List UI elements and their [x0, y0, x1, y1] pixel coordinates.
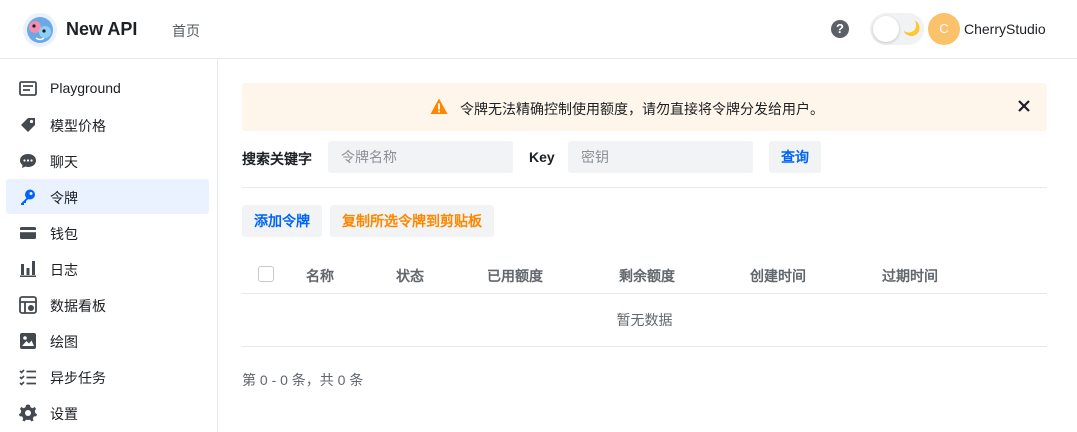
select-all-checkbox[interactable] [258, 266, 274, 282]
price-tag-icon [21, 118, 35, 132]
column-header-used-quota[interactable]: 已用额度 [487, 266, 543, 286]
column-header-expire-time[interactable]: 过期时间 [882, 266, 938, 286]
copy-selected-tokens-button[interactable]: 复制所选令牌到剪贴板 [330, 205, 494, 237]
brand-title: New API [66, 19, 138, 39]
column-header-created-time[interactable]: 创建时间 [750, 266, 806, 286]
sidebar-item-drawing[interactable]: 绘图 [6, 323, 209, 358]
key-input[interactable] [568, 141, 753, 173]
sidebar-item-label: 异步任务 [50, 370, 106, 386]
divider [242, 187, 1047, 188]
warning-icon [430, 98, 448, 114]
sidebar-item-chat[interactable]: 聊天 [6, 143, 209, 178]
sidebar-item-label: Playground [50, 80, 121, 96]
key-icon [21, 189, 35, 205]
column-header-name[interactable]: 名称 [306, 266, 334, 286]
dashboard-icon [19, 296, 37, 314]
moon-icon: 🌙 [903, 20, 921, 36]
sidebar-item-label: 日志 [50, 262, 78, 278]
avatar[interactable]: C [928, 13, 960, 45]
sidebar-item-label: 令牌 [50, 190, 78, 206]
sidebar-item-logs[interactable]: 日志 [6, 251, 209, 286]
task-list-icon [19, 369, 36, 386]
sidebar-item-label: 设置 [50, 406, 78, 422]
username[interactable]: CherryStudio [964, 21, 1046, 37]
table-empty-state: 暂无数据 [242, 295, 1047, 347]
sidebar-item-label: 数据看板 [50, 298, 106, 314]
warning-banner: 令牌无法精确控制使用额度，请勿直接将令牌分发给用户。 [242, 83, 1047, 131]
sidebar-item-label: 钱包 [50, 226, 78, 242]
column-header-status[interactable]: 状态 [396, 266, 424, 286]
sidebar-item-playground[interactable]: Playground [6, 71, 209, 106]
new-api-logo-icon[interactable] [22, 12, 58, 48]
gear-icon [19, 404, 37, 422]
sidebar-item-label: 模型价格 [50, 118, 106, 134]
chat-bubble-icon [20, 154, 36, 168]
bar-chart-icon [20, 261, 36, 277]
sidebar-item-settings[interactable]: 设置 [6, 395, 209, 430]
column-header-remaining-quota[interactable]: 剩余额度 [619, 266, 675, 286]
add-token-button[interactable]: 添加令牌 [242, 205, 322, 237]
sidebar-item-wallet[interactable]: 钱包 [6, 215, 209, 250]
top-header: New API 首页 ? 🌙 C CherryStudio [0, 0, 1077, 59]
toggle-knob [873, 16, 899, 42]
table-header: 名称 状态 已用额度 剩余额度 创建时间 过期时间 [242, 257, 1047, 294]
token-name-input[interactable] [328, 141, 513, 173]
sidebar-item-label: 绘图 [50, 334, 78, 350]
pagination-summary: 第 0 - 0 条，共 0 条 [242, 372, 364, 388]
query-button[interactable]: 查询 [769, 141, 821, 173]
image-icon [20, 333, 36, 349]
warning-text: 令牌无法精确控制使用额度，请勿直接将令牌分发给用户。 [460, 101, 824, 117]
sidebar-item-dashboard[interactable]: 数据看板 [6, 287, 209, 322]
close-icon[interactable] [1015, 97, 1033, 115]
sidebar-item-async-tasks[interactable]: 异步任务 [6, 359, 209, 394]
chat-box-icon [19, 81, 37, 96]
key-label: Key [529, 149, 555, 165]
sidebar-item-tokens[interactable]: 令牌 [6, 179, 209, 214]
sidebar-item-model-pricing[interactable]: 模型价格 [6, 107, 209, 142]
wallet-card-icon [20, 227, 36, 239]
sidebar-item-label: 聊天 [50, 154, 78, 170]
help-icon[interactable]: ? [831, 20, 849, 38]
search-keyword-label: 搜索关键字 [242, 151, 312, 167]
sidebar: Playground 模型价格 聊天 令牌 钱包 日志 数据看板 绘图 异步任务… [0, 59, 218, 432]
theme-toggle[interactable]: 🌙 [870, 13, 924, 45]
nav-home-link[interactable]: 首页 [172, 21, 200, 41]
